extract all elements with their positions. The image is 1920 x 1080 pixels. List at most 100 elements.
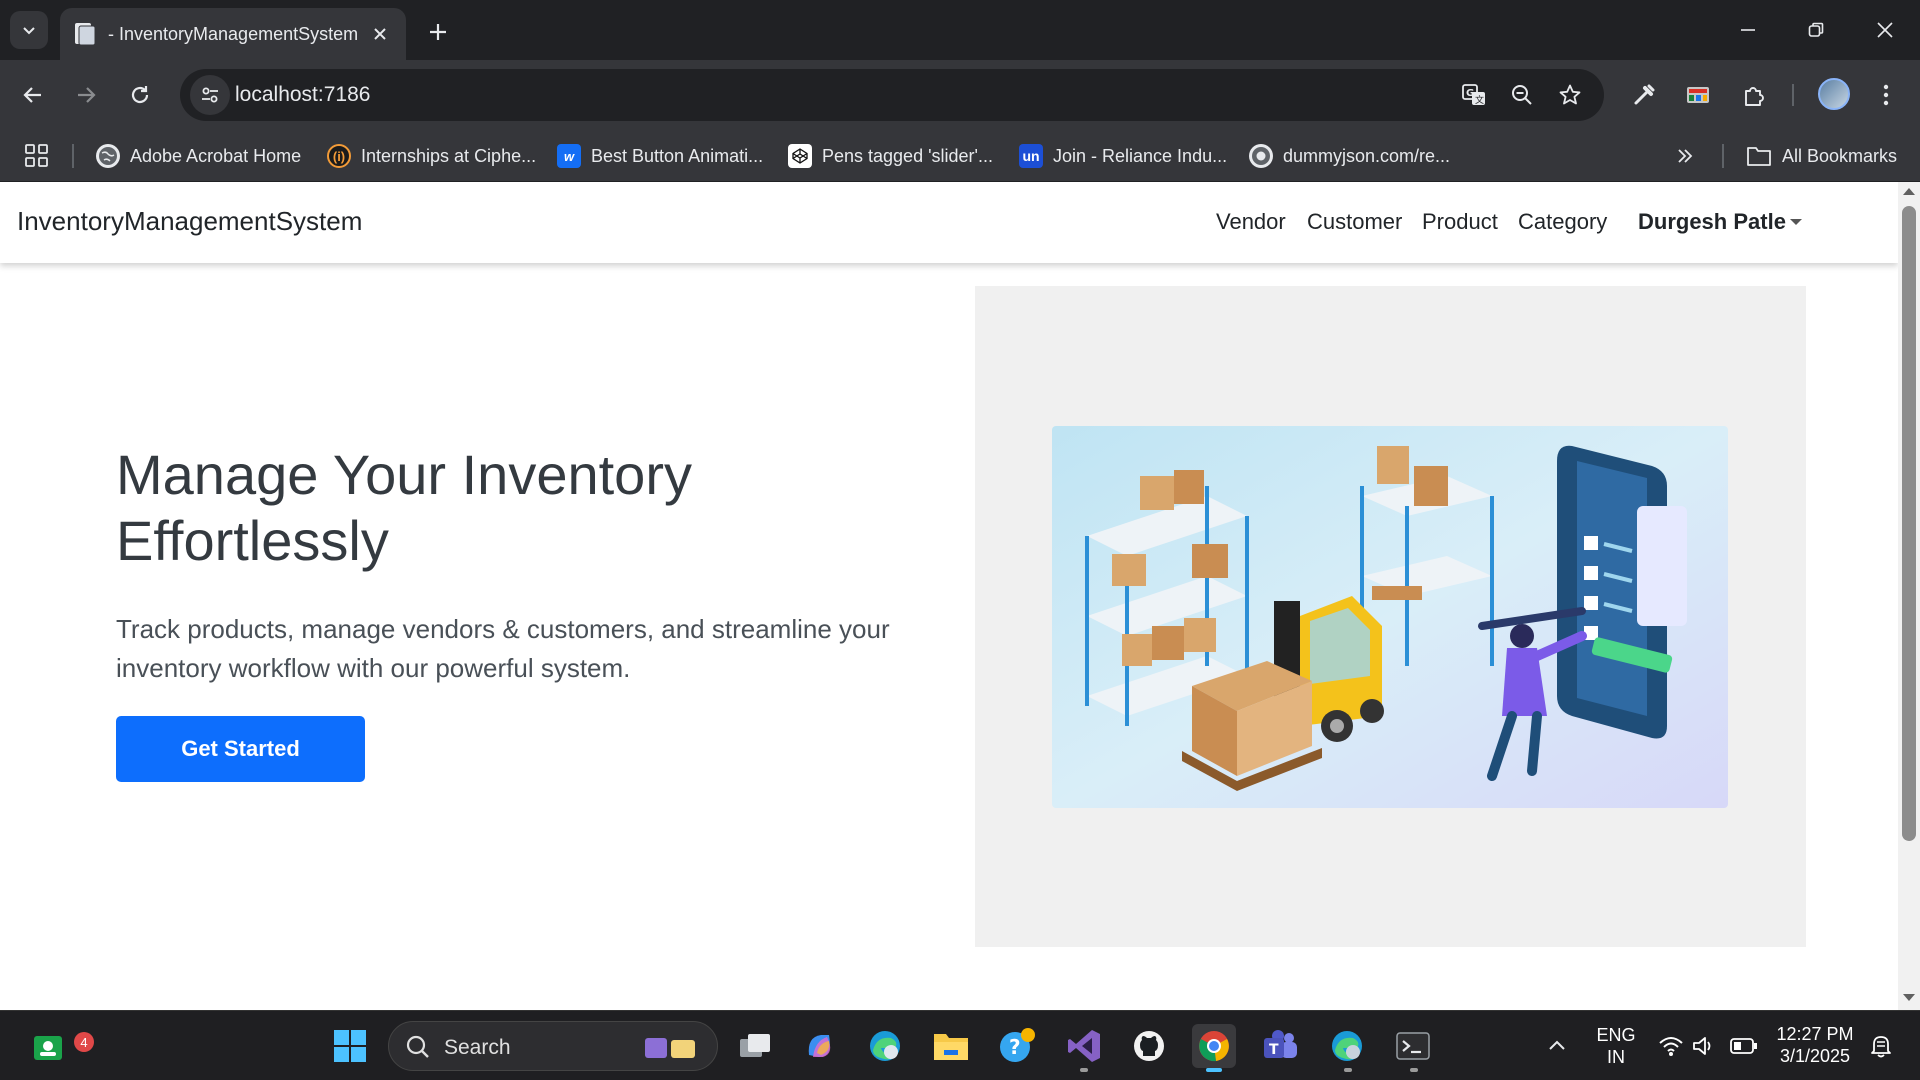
- page-viewport: InventoryManagementSystem Vendor Custome…: [0, 182, 1920, 1010]
- page-favicon-icon: [75, 23, 96, 46]
- restore-icon: [1808, 22, 1824, 37]
- url-text: localhost:7186: [235, 83, 371, 106]
- new-tab-button[interactable]: [420, 14, 456, 50]
- back-button[interactable]: [13, 75, 53, 115]
- tab-search-button[interactable]: [10, 11, 48, 49]
- user-menu-dropdown[interactable]: Durgesh Patle: [1638, 209, 1786, 235]
- language-code: ENG: [1596, 1025, 1636, 1045]
- taskbar-edge[interactable]: [1325, 1024, 1369, 1068]
- reload-button[interactable]: [120, 75, 160, 115]
- clock[interactable]: 12:27 PM 3/1/2025: [1772, 1023, 1858, 1067]
- edge-icon: [870, 1031, 900, 1061]
- volume-icon[interactable]: [1692, 1035, 1716, 1057]
- restore-button[interactable]: [1788, 8, 1844, 52]
- active-indicator: [1206, 1068, 1222, 1072]
- copilot-icon: [808, 1035, 831, 1057]
- notification-badge: 4: [74, 1032, 94, 1052]
- nav-link-product[interactable]: Product: [1422, 209, 1498, 235]
- extension-eyedropper-button[interactable]: [1626, 77, 1662, 113]
- bookmark-cipher[interactable]: (i) Internships at Ciphe...: [327, 142, 536, 170]
- bookmark-label: Join - Reliance Indu...: [1053, 145, 1228, 166]
- browser-toolbar: localhost:7186 G文: [0, 60, 1920, 130]
- zoom-button[interactable]: [1506, 79, 1538, 111]
- battery-icon[interactable]: [1730, 1037, 1758, 1055]
- site-brand-link[interactable]: InventoryManagementSystem: [17, 206, 362, 237]
- nav-link-customer[interactable]: Customer: [1307, 209, 1402, 235]
- arrow-right-icon: [78, 87, 96, 103]
- globe-icon: [1249, 144, 1273, 168]
- address-bar[interactable]: localhost:7186 G文: [180, 69, 1604, 121]
- bookmark-star-button[interactable]: [1554, 79, 1586, 111]
- apps-grid-icon[interactable]: [24, 143, 50, 169]
- minimize-icon: [1741, 29, 1755, 31]
- warehouse-illustration: [1052, 426, 1728, 808]
- taskbar-file-explorer[interactable]: [929, 1024, 973, 1068]
- taskbar-widgets[interactable]: 4: [26, 1024, 94, 1068]
- scroll-down-arrow-icon[interactable]: [1903, 994, 1915, 1001]
- star-icon: [1559, 84, 1581, 105]
- unstop-icon: un: [1019, 144, 1043, 168]
- start-button[interactable]: [328, 1024, 372, 1068]
- wifi-icon[interactable]: [1658, 1035, 1684, 1057]
- extensions-button[interactable]: [1736, 77, 1772, 113]
- plus-icon: [430, 24, 446, 40]
- hero-title-line2: Effortlessly: [116, 509, 389, 572]
- bookmark-label: dummyjson.com/re...: [1283, 145, 1451, 166]
- hero-image-panel: [975, 286, 1806, 947]
- taskbar-edge-profile[interactable]: [863, 1024, 907, 1068]
- palette-extension-icon: [1687, 87, 1709, 103]
- bookmark-label: Internships at Ciphe...: [361, 145, 537, 166]
- taskbar-github-desktop[interactable]: [1127, 1024, 1171, 1068]
- close-window-button[interactable]: [1857, 8, 1913, 52]
- clock-time: 12:27 PM: [1776, 1024, 1854, 1044]
- taskbar-copilot[interactable]: [798, 1024, 842, 1068]
- tune-icon: [202, 87, 218, 103]
- extension-color-button[interactable]: [1680, 77, 1716, 113]
- arrow-left-icon: [23, 87, 41, 103]
- taskbar-chrome[interactable]: [1192, 1024, 1236, 1068]
- caret-down-icon[interactable]: [1790, 219, 1802, 225]
- widgets-icon: [34, 1036, 62, 1060]
- running-indicator: [1410, 1068, 1418, 1072]
- task-view-icon: [740, 1034, 770, 1057]
- running-indicator: [1344, 1068, 1352, 1072]
- minimize-button[interactable]: [1720, 8, 1776, 52]
- site-info-button[interactable]: [190, 75, 230, 115]
- taskbar-task-view[interactable]: [733, 1024, 777, 1068]
- windows-taskbar: 4 Search ? T ENG IN 12:27 PM 3/1/2025: [0, 1010, 1920, 1080]
- tab-close-icon[interactable]: [368, 22, 392, 46]
- scroll-up-arrow-icon[interactable]: [1903, 188, 1915, 195]
- taskbar-terminal[interactable]: [1391, 1024, 1435, 1068]
- bookmarks-divider: [1722, 144, 1724, 168]
- bookmarks-overflow-button[interactable]: [1676, 142, 1694, 170]
- browser-tab-strip: - InventoryManagementSystem: [0, 0, 1920, 60]
- nav-link-vendor[interactable]: Vendor: [1216, 209, 1286, 235]
- bookmark-codepen[interactable]: Pens tagged 'slider'...: [788, 142, 993, 170]
- bookmark-dummyjson[interactable]: dummyjson.com/re...: [1249, 142, 1450, 170]
- taskbar-get-help[interactable]: ?: [995, 1024, 1039, 1068]
- notification-bell-icon[interactable]: [1868, 1033, 1894, 1059]
- all-bookmarks-button[interactable]: All Bookmarks: [1746, 142, 1897, 170]
- translate-button[interactable]: G文: [1458, 79, 1490, 111]
- scrollbar-thumb[interactable]: [1902, 206, 1916, 841]
- profile-avatar[interactable]: [1818, 78, 1850, 110]
- taskbar-teams[interactable]: T: [1258, 1024, 1302, 1068]
- help-icon: ?: [1000, 1028, 1035, 1062]
- hero-title-line1: Manage Your Inventory: [116, 443, 692, 506]
- get-started-button[interactable]: Get Started: [116, 716, 365, 782]
- taskbar-visual-studio[interactable]: [1062, 1024, 1106, 1068]
- taskbar-search-box[interactable]: Search: [388, 1021, 718, 1071]
- teams-icon: T: [1264, 1030, 1297, 1058]
- forward-button[interactable]: [66, 75, 106, 115]
- bookmark-button-animations[interactable]: w Best Button Animati...: [557, 142, 763, 170]
- page-scrollbar[interactable]: [1898, 182, 1920, 1010]
- browser-tab-active[interactable]: - InventoryManagementSystem: [60, 8, 406, 60]
- language-indicator[interactable]: ENG IN: [1594, 1024, 1638, 1068]
- tray-overflow-button[interactable]: [1535, 1024, 1579, 1068]
- bookmark-adobe-acrobat[interactable]: Adobe Acrobat Home: [96, 142, 301, 170]
- close-icon: [1877, 22, 1893, 38]
- browser-menu-button[interactable]: [1868, 77, 1904, 113]
- nav-link-category[interactable]: Category: [1518, 209, 1607, 235]
- bookmark-reliance[interactable]: un Join - Reliance Indu...: [1019, 142, 1227, 170]
- running-indicator: [1080, 1068, 1088, 1072]
